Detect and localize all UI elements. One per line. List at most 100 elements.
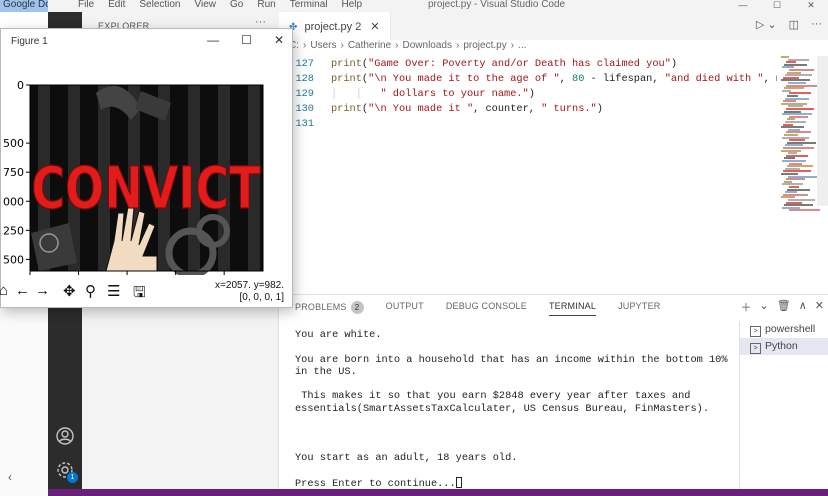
code-token: ) [528,88,535,100]
zoom-icon[interactable]: ⚲ [85,282,96,300]
terminal-line [295,427,735,439]
terminal-item-label: powershell [765,323,816,335]
code-text: │ │ " dollars to your name.") [331,88,535,100]
close-button[interactable]: ✕ [794,0,828,11]
terminal-line [295,341,735,353]
menu-view[interactable]: View [195,0,217,10]
account-icon[interactable] [55,426,75,446]
problems-count-badge: 2 [350,301,364,314]
back-arrow-icon[interactable]: ← [15,282,30,299]
code-line[interactable]: 130 print("\n You made it ", counter, " t… [279,103,777,118]
figure-maximize-button[interactable]: ☐ [241,33,252,47]
code-token: - lifespan, [584,73,665,85]
coords-xy: x=2057. y=982. [215,280,284,291]
figure-plot[interactable]: CONVICT05001000150020000500750000250500 [1,53,292,275]
panel-tab-problems[interactable]: PROBLEMS 2 [295,301,364,316]
minimap[interactable] [777,56,820,216]
title-bar: File Edit Selection View Go Run Terminal Help p… [48,0,828,12]
code-token: ) [670,58,678,70]
close-panel-icon[interactable]: ✕ [815,299,824,315]
terminal-item-python[interactable]: > Python [740,338,828,355]
panel-tab-label: OUTPUT [385,301,424,311]
menu-file[interactable]: File [78,0,94,10]
browser-tab[interactable]: Google Do [0,0,48,12]
breadcrumb-item[interactable]: Downloads [403,40,452,51]
editor-actions: ▷ ⌄ ◫ ··· [756,18,822,31]
code-text: print("Game Over: Poverty and/or Death h… [331,58,677,70]
breadcrumb-separator: › [340,40,344,51]
new-terminal-icon[interactable]: ＋ [741,299,752,315]
menu-edit[interactable]: Edit [108,0,125,10]
save-icon[interactable]: 🖫 [133,282,146,307]
terminal-output[interactable]: You are white. You are born into a house… [295,329,735,490]
more-actions-icon[interactable]: ··· [811,18,822,31]
terminal-line: You are white. [295,329,735,341]
panel-tab-output[interactable]: OUTPUT [386,301,424,316]
breadcrumb-item[interactable]: Catherine [348,40,391,51]
status-bar [48,489,828,496]
panel-tab-debug-console[interactable]: DEBUG CONSOLE [446,301,527,316]
figure-minimize-button[interactable]: — [207,33,219,47]
terminal-text: You are born into a household that has a… [295,353,734,378]
breadcrumb-item[interactable]: project.py [463,40,506,51]
code-line[interactable]: 128 print("\n You made it to the age of "… [279,73,777,88]
menu-bar: File Edit Selection View Go Run Terminal Help [78,0,362,10]
bottom-panel: PROBLEMS 2 OUTPUT DEBUG CONSOLE TERMINAL JUPY… [279,294,828,490]
panel-tab-jupyter[interactable]: JUPYTER [618,301,660,316]
code-token: print [331,58,362,70]
code-token: "Game Over: Poverty and/or Death has cla… [368,58,671,70]
coords-rgba: [0, 0, 0, 1] [239,292,284,303]
terminal-icon: > [750,343,761,354]
code-line[interactable]: 129 │ │ " dollars to your name.") [279,88,777,103]
terminal-text: This makes it so that you earn $2848 eve… [295,390,710,415]
panel-tab-label: TERMINAL [548,301,597,311]
menu-selection[interactable]: Selection [139,0,180,10]
maximize-button[interactable]: ☐ [760,0,794,11]
tab-label: project.py [304,21,353,33]
breadcrumb-item[interactable]: Users [310,40,336,51]
terminal-icon: > [750,326,761,337]
explorer-more-button[interactable]: ··· [255,16,266,28]
terminal-line [295,415,735,427]
minimize-button[interactable]: — [726,0,760,11]
tab-project-py[interactable]: ✤ project.py 2 ✕ [279,12,391,40]
run-icon[interactable]: ▷ ⌄ [756,18,777,31]
breadcrumb-item[interactable]: ... [518,40,526,51]
terminal-dropdown-icon[interactable]: ⌄ [760,299,769,315]
panel-tab-terminal[interactable]: TERMINAL [548,301,597,316]
figure-close-button[interactable]: ✕ [274,33,284,47]
maximize-panel-icon[interactable]: ∧ [799,299,807,315]
panel-tab-label: JUPYTER [618,301,661,311]
menu-terminal[interactable]: Terminal [290,0,328,10]
background-window [0,306,48,496]
terminal-text: You start as an adult, 18 years old. [295,451,518,464]
menu-help[interactable]: Help [342,0,363,10]
code-line[interactable]: 131 [279,118,777,133]
code-token: print [331,73,362,85]
y-tick-label: 500 [3,253,24,266]
menu-go[interactable]: Go [230,0,243,10]
editor-scrollbar[interactable] [817,56,828,206]
configure-subplots-icon[interactable]: ☰ [107,282,120,300]
code-line[interactable]: 127 print("Game Over: Poverty and/or Deat… [279,58,777,73]
chevron-left-icon[interactable]: ‹ [8,470,12,484]
pan-icon[interactable]: ✥ [63,282,76,300]
home-icon[interactable]: ⌂ [0,282,8,299]
terminal-line [295,464,735,476]
kill-terminal-icon[interactable]: 🗑 [777,299,791,315]
menu-run[interactable]: Run [257,0,275,10]
settings-gear-icon[interactable]: 1 [55,460,78,483]
forward-arrow-icon[interactable]: → [35,282,50,299]
split-editor-icon[interactable]: ◫ [789,18,799,31]
y-tick-label: 500 [3,137,24,150]
panel-tab-label: DEBUG CONSOLE [445,301,527,311]
tab-close-icon[interactable]: ✕ [370,21,379,33]
image-word: CONVICT [31,156,261,222]
code-editor[interactable]: 127 print("Game Over: Poverty and/or Deat… [279,56,777,294]
terminal-item-powershell[interactable]: > powershell [740,321,828,338]
code-token: "and died with " [664,73,764,85]
code-token: , [559,73,573,85]
